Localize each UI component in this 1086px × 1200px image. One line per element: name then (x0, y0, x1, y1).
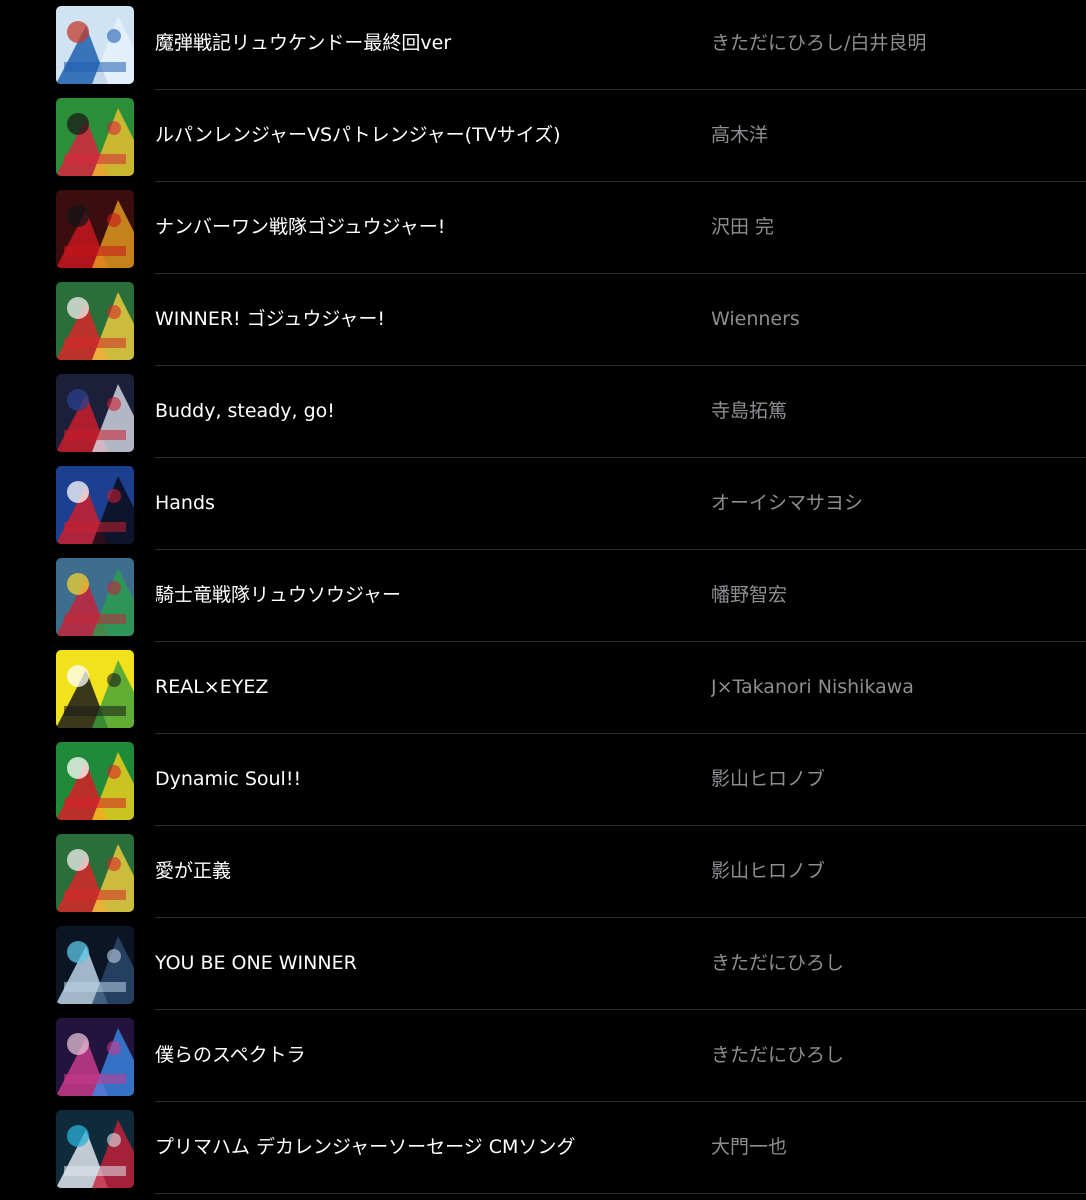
album-art-lupinranger-icon (56, 98, 134, 176)
song-row[interactable]: REAL×EYEZ J×Takanori Nishikawa (0, 642, 1086, 734)
song-row[interactable]: ルパンレンジャーVSパトレンジャー(TVサイズ) 高木洋 (0, 90, 1086, 182)
song-row[interactable]: YOU BE ONE WINNER きただにひろし (0, 918, 1086, 1010)
song-artist: きただにひろし/白井良明 (711, 32, 927, 54)
song-artist: 影山ヒロノブ (711, 860, 826, 882)
album-art-gozyuger-winner-icon (56, 282, 134, 360)
song-artist: きただにひろし (711, 1044, 845, 1066)
album-art (56, 558, 134, 636)
song-title: Buddy, steady, go! (155, 400, 335, 422)
album-art (56, 98, 134, 176)
song-row[interactable]: Hands オーイシマサヨシ (0, 458, 1086, 550)
song-title: REAL×EYEZ (155, 676, 269, 698)
song-artist: 大門一也 (711, 1136, 788, 1158)
song-title: 僕らのスペクトラ (155, 1044, 306, 1066)
album-art (56, 374, 134, 452)
album-art (56, 742, 134, 820)
song-artist: 寺島拓篤 (711, 400, 788, 422)
song-title: WINNER! ゴジュウジャー! (155, 308, 386, 330)
song-row[interactable]: 魔弾戦記リュウケンドー最終回ver きただにひろし/白井良明 (0, 0, 1086, 90)
song-title: 騎士竜戦隊リュウソウジャー (155, 584, 402, 606)
album-art-gozyuger-music-icon (56, 190, 134, 268)
song-list: 魔弾戦記リュウケンドー最終回ver きただにひろし/白井良明ルパンレンジャーVSパ… (0, 0, 1086, 1194)
song-title: Hands (155, 492, 215, 514)
album-art-you-be-one-winner-icon (56, 926, 134, 1004)
album-art (56, 1018, 134, 1096)
song-row[interactable]: 愛が正義 影山ヒロノブ (0, 826, 1086, 918)
album-art-dynamic-soul-icon (56, 742, 134, 820)
song-artist: 影山ヒロノブ (711, 768, 826, 790)
album-art-ultraman-icon (56, 374, 134, 452)
album-art (56, 190, 134, 268)
song-row[interactable]: ナンバーワン戦隊ゴジュウジャー! 沢田 完 (0, 182, 1086, 274)
song-title: 愛が正義 (155, 860, 232, 882)
song-artist: オーイシマサヨシ (711, 492, 864, 514)
album-art-spectra-icon (56, 1018, 134, 1096)
song-row[interactable]: 僕らのスペクトラ きただにひろし (0, 1010, 1086, 1102)
song-title: ルパンレンジャーVSパトレンジャー(TVサイズ) (155, 124, 561, 146)
album-art-ai-ga-seigi-icon (56, 834, 134, 912)
song-artist: きただにひろし (711, 952, 845, 974)
album-art (56, 834, 134, 912)
song-title: Dynamic Soul!! (155, 768, 302, 790)
song-row[interactable]: WINNER! ゴジュウジャー! Wienners (0, 274, 1086, 366)
song-artist: 高木洋 (711, 124, 769, 146)
album-art (56, 282, 134, 360)
song-row[interactable]: Buddy, steady, go! 寺島拓篤 (0, 366, 1086, 458)
song-title: プリマハム デカレンジャーソーセージ CMソング (155, 1136, 576, 1158)
album-art (56, 926, 134, 1004)
album-art-dekaranger-icon (56, 1110, 134, 1188)
song-artist: Wienners (711, 308, 800, 330)
album-art-hands-icon (56, 466, 134, 544)
song-artist: 沢田 完 (711, 216, 775, 238)
album-art-real-eyez-icon (56, 650, 134, 728)
song-row[interactable]: Dynamic Soul!! 影山ヒロノブ (0, 734, 1086, 826)
song-row[interactable]: 騎士竜戦隊リュウソウジャー 幡野智宏 (0, 550, 1086, 642)
song-artist: 幡野智宏 (711, 584, 788, 606)
album-art (56, 1110, 134, 1188)
song-row[interactable]: プリマハム デカレンジャーソーセージ CMソング 大門一也 (0, 1102, 1086, 1194)
album-art-ryusoulger-icon (56, 558, 134, 636)
album-art (56, 650, 134, 728)
album-art (56, 466, 134, 544)
album-art (56, 6, 134, 84)
album-art-ryukendo-icon (56, 6, 134, 84)
song-title: 魔弾戦記リュウケンドー最終回ver (155, 32, 452, 54)
song-title: YOU BE ONE WINNER (155, 952, 357, 974)
song-artist: J×Takanori Nishikawa (711, 676, 914, 698)
song-title: ナンバーワン戦隊ゴジュウジャー! (155, 216, 446, 238)
